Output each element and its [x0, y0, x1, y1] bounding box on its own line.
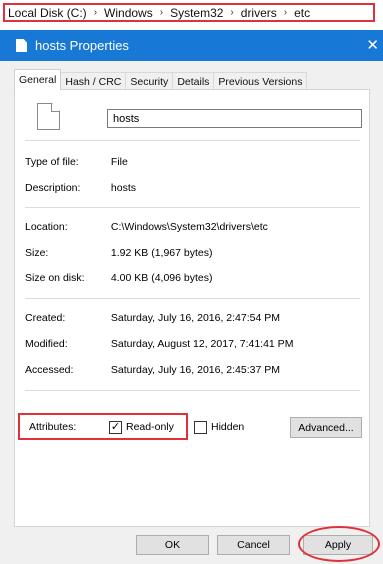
size-on-disk-value: 4.00 KB (4,096 bytes) [110, 272, 213, 284]
tab-previous-versions[interactable]: Previous Versions [213, 72, 308, 90]
attributes-label: Attributes: [29, 421, 77, 433]
created-value: Saturday, July 16, 2016, 2:47:54 PM [110, 312, 280, 324]
location-row: Location: C:\Windows\System32\drivers\et… [25, 221, 268, 233]
breadcrumb-item-etc[interactable]: etc [294, 6, 310, 20]
chevron-right-icon: › [159, 7, 164, 18]
divider [25, 298, 360, 299]
properties-dialog: General Hash / CRC Security Details Prev… [0, 61, 383, 564]
advanced-button[interactable]: Advanced... [290, 417, 362, 438]
size-on-disk-row: Size on disk: 4.00 KB (4,096 bytes) [25, 272, 212, 284]
description-row: Description: hosts [25, 182, 136, 194]
breadcrumb-item-windows[interactable]: Windows [104, 6, 153, 20]
location-value: C:\Windows\System32\drivers\etc [110, 221, 268, 233]
tab-details[interactable]: Details [172, 72, 215, 90]
ok-button[interactable]: OK [136, 535, 209, 555]
file-icon [37, 103, 60, 130]
size-row: Size: 1.92 KB (1,967 bytes) [25, 247, 212, 259]
description-label: Description: [25, 182, 81, 194]
type-value: File [110, 156, 128, 168]
type-row: Type of file: File [25, 156, 128, 168]
chevron-right-icon: › [93, 7, 98, 18]
dialog-title: hosts Properties [35, 38, 129, 53]
chevron-right-icon: › [283, 7, 288, 18]
hidden-checkbox[interactable] [194, 421, 207, 434]
accessed-label: Accessed: [25, 364, 74, 376]
hidden-label[interactable]: Hidden [211, 421, 244, 433]
modified-row: Modified: Saturday, August 12, 2017, 7:4… [25, 338, 293, 350]
cancel-button[interactable]: Cancel [217, 535, 290, 555]
modified-label: Modified: [25, 338, 68, 350]
size-on-disk-label: Size on disk: [25, 272, 85, 284]
readonly-label[interactable]: Read-only [126, 421, 174, 433]
divider [25, 140, 360, 141]
accessed-row: Accessed: Saturday, July 16, 2016, 2:45:… [25, 364, 280, 376]
general-tab-panel: hosts Type of file: File Description: ho… [14, 89, 370, 527]
divider [25, 390, 360, 391]
size-label: Size: [25, 247, 49, 259]
created-row: Created: Saturday, July 16, 2016, 2:47:5… [25, 312, 280, 324]
tab-bar: General Hash / CRC Security Details Prev… [14, 69, 308, 90]
close-icon[interactable]: ✕ [366, 36, 379, 54]
location-label: Location: [25, 221, 68, 233]
divider [25, 207, 360, 208]
created-label: Created: [25, 312, 66, 324]
checkmark-icon: ✓ [110, 421, 121, 433]
modified-value: Saturday, August 12, 2017, 7:41:41 PM [110, 338, 294, 350]
tab-general[interactable]: General [14, 69, 62, 90]
tab-hash-crc[interactable]: Hash / CRC [60, 72, 127, 90]
attributes-highlight: Attributes: ✓ Read-only [18, 413, 188, 440]
breadcrumb: Local Disk (C:) › Windows › System32 › d… [3, 3, 375, 22]
size-value: 1.92 KB (1,967 bytes) [110, 247, 213, 259]
breadcrumb-item-local-disk[interactable]: Local Disk (C:) [8, 6, 87, 20]
dialog-title-bar[interactable]: hosts Properties ✕ [0, 30, 383, 61]
readonly-checkbox[interactable]: ✓ [109, 421, 122, 434]
tab-security[interactable]: Security [125, 72, 174, 90]
chevron-right-icon: › [230, 7, 234, 18]
file-name-field[interactable]: hosts [107, 109, 362, 128]
apply-button[interactable]: Apply [303, 535, 373, 555]
description-value: hosts [110, 182, 137, 194]
document-icon [16, 39, 27, 52]
breadcrumb-item-system32[interactable]: System32 [170, 6, 223, 20]
accessed-value: Saturday, July 16, 2016, 2:45:37 PM [110, 364, 280, 376]
breadcrumb-item-drivers[interactable]: drivers [241, 6, 277, 20]
type-label: Type of file: [25, 156, 79, 168]
